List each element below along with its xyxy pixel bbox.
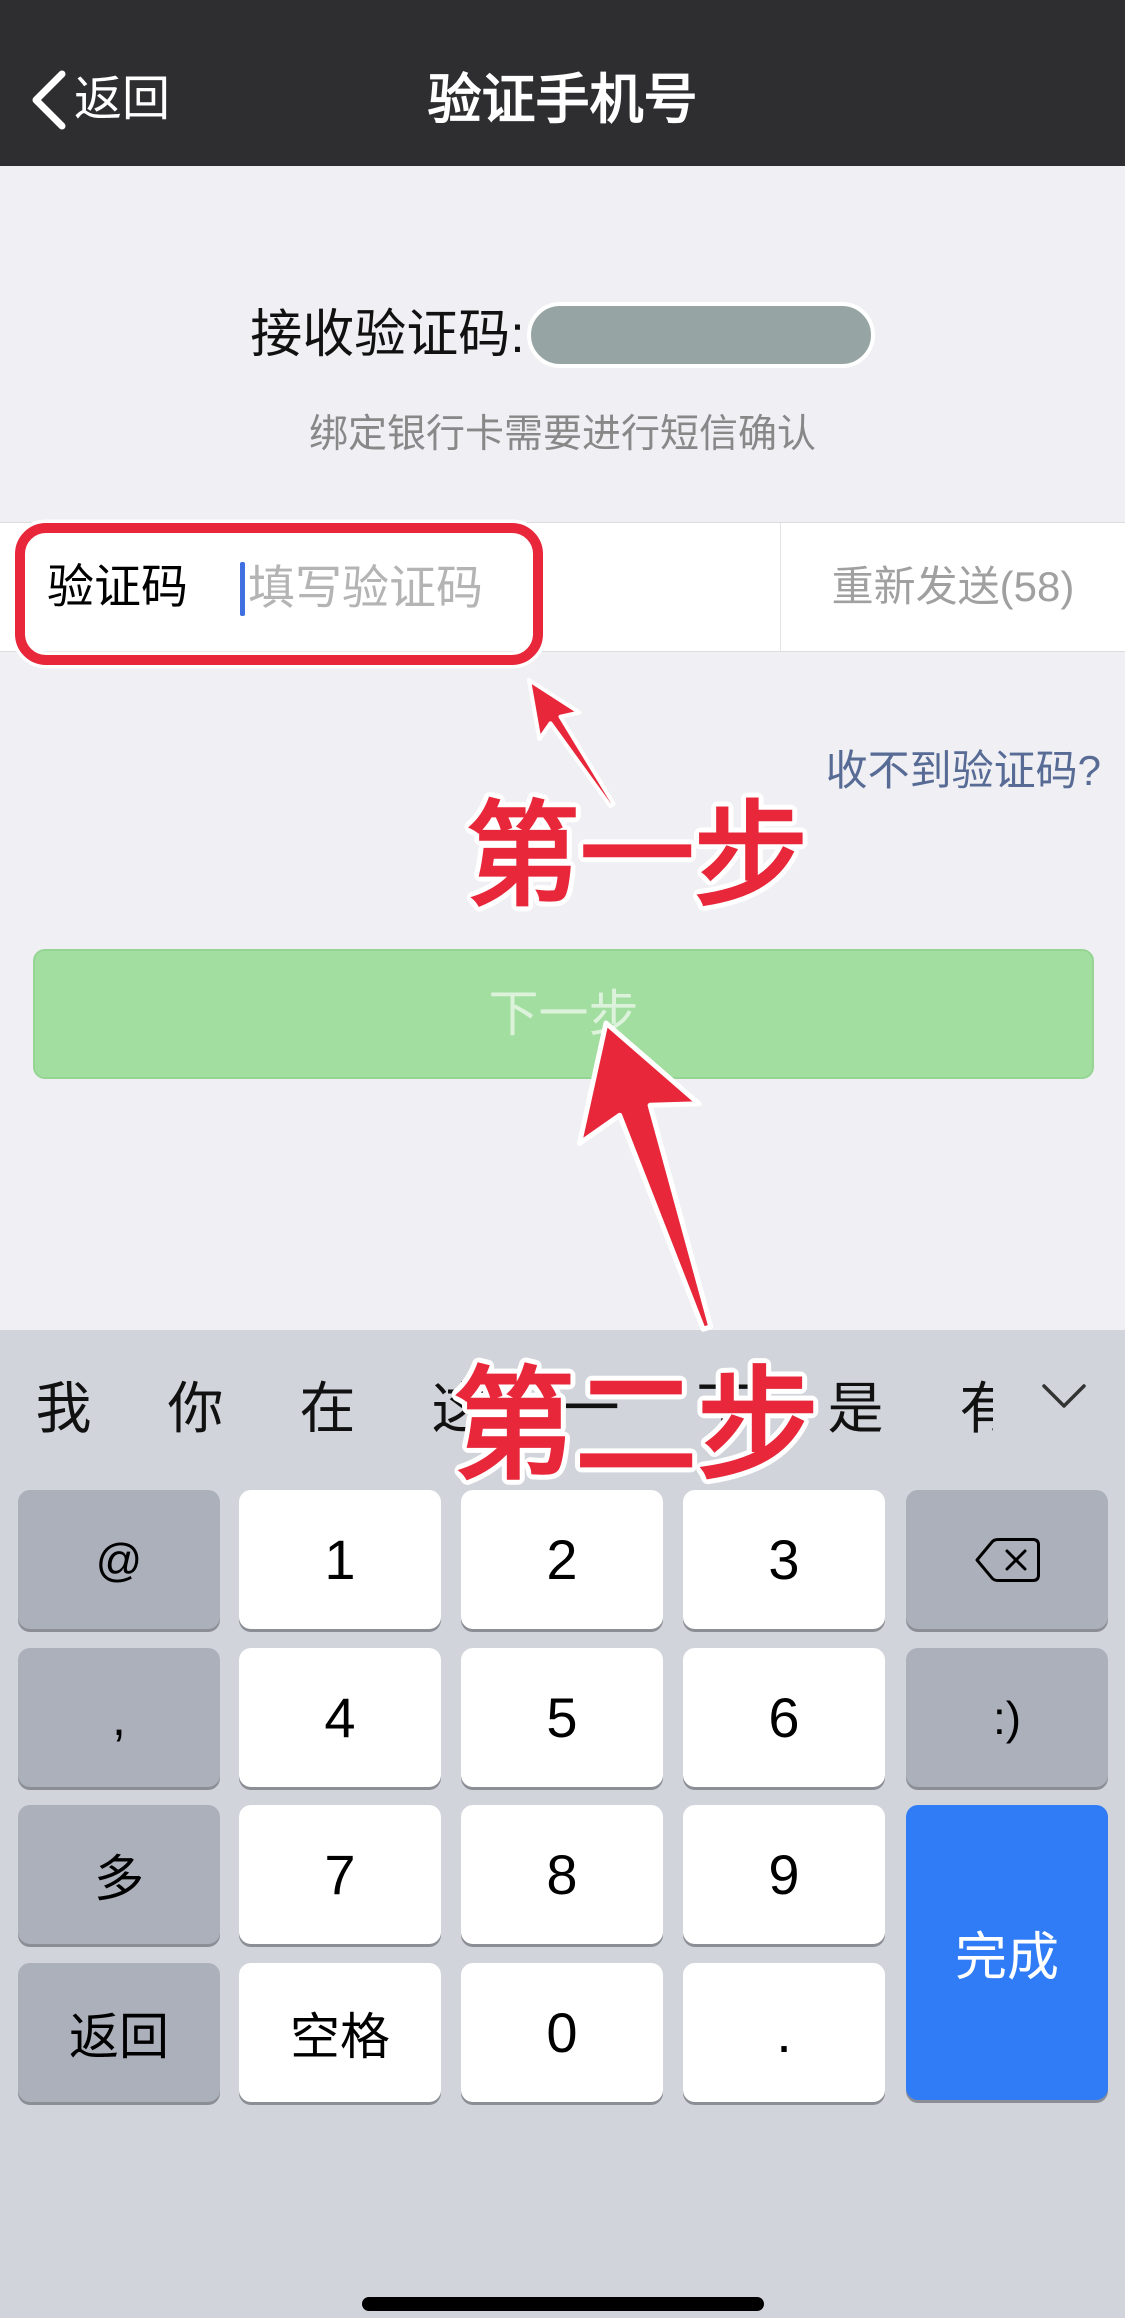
key-4[interactable]: 4: [239, 1648, 441, 1787]
key-2[interactable]: 2: [461, 1490, 663, 1629]
code-field-label: 验证码: [47, 560, 188, 613]
key-more-symbols[interactable]: 多: [18, 1805, 220, 1944]
chevron-down-icon: [1042, 1384, 1086, 1408]
key-3[interactable]: 3: [683, 1490, 885, 1629]
key-at[interactable]: @: [18, 1490, 220, 1629]
candidate-item[interactable]: 我: [4, 1330, 124, 1488]
delete-icon: [975, 1537, 1040, 1582]
key-period[interactable]: .: [683, 1963, 885, 2102]
resend-button[interactable]: 重新发送(58): [781, 523, 1125, 651]
code-input[interactable]: [248, 523, 768, 651]
bind-card-hint: 绑定银行卡需要进行短信确认: [308, 413, 816, 456]
candidate-item[interactable]: 你: [136, 1330, 256, 1488]
help-link[interactable]: 收不到验证码?: [826, 740, 1101, 802]
home-indicator: [362, 2297, 764, 2311]
chevron-left-icon: [32, 70, 66, 130]
candidate-item[interactable]: 一: [532, 1330, 652, 1488]
key-comma[interactable]: ,: [18, 1648, 220, 1787]
candidate-bar: 我 你 在 这 一 不 是 有: [0, 1330, 994, 1488]
nav-bar: 返回 验证手机号: [0, 0, 1125, 166]
candidate-item[interactable]: 在: [268, 1330, 388, 1488]
phone-number-redacted: [526, 302, 875, 368]
annotation-arrow-step1: [527, 678, 616, 809]
candidate-item[interactable]: 这: [400, 1330, 520, 1488]
key-1[interactable]: 1: [239, 1490, 441, 1629]
key-0[interactable]: 0: [461, 1963, 663, 2102]
candidate-item[interactable]: 是: [796, 1330, 916, 1488]
text-cursor: [240, 562, 245, 616]
next-button[interactable]: 下一步: [33, 949, 1094, 1079]
key-9[interactable]: 9: [683, 1805, 885, 1944]
key-5[interactable]: 5: [461, 1648, 663, 1787]
done-key[interactable]: 完成: [906, 1805, 1108, 2100]
candidate-item[interactable]: 有: [928, 1330, 994, 1488]
back-label: 返回: [74, 73, 171, 126]
expand-candidates-button[interactable]: [1040, 1380, 1088, 1412]
key-8[interactable]: 8: [461, 1805, 663, 1944]
receive-code-row: 接收验证码:: [0, 300, 1125, 370]
code-input-row: 验证码 重新发送(58): [0, 522, 1125, 652]
key-7[interactable]: 7: [239, 1805, 441, 1944]
receive-code-label: 接收验证码:: [250, 306, 525, 364]
annotation-step1-label: 第一步: [466, 794, 808, 921]
key-6[interactable]: 6: [683, 1648, 885, 1787]
key-return[interactable]: 返回: [18, 1963, 220, 2102]
page-title: 验证手机号: [427, 70, 698, 130]
key-space[interactable]: 空格: [239, 1963, 441, 2102]
delete-key[interactable]: [906, 1490, 1108, 1629]
back-button[interactable]: 返回: [24, 62, 204, 138]
candidate-item[interactable]: 不: [664, 1330, 784, 1488]
key-smiley[interactable]: :): [906, 1648, 1108, 1787]
